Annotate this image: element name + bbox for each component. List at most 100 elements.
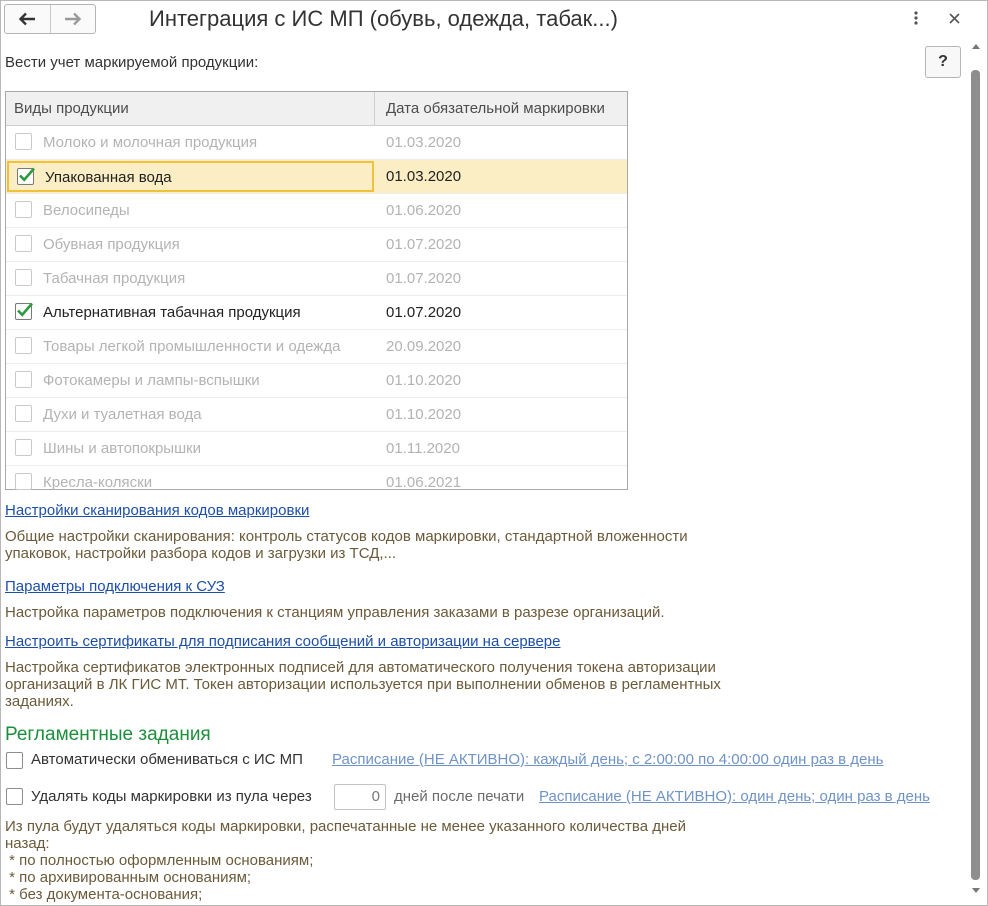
delete-codes-checkbox[interactable]	[6, 788, 23, 805]
checkmark-icon	[19, 167, 35, 182]
product-checkbox[interactable]	[15, 133, 32, 150]
product-type-cell[interactable]: Товары легкой промышленности и одежда	[6, 330, 375, 363]
product-checkbox[interactable]	[15, 235, 32, 252]
note-line: * по полностью оформленным основаниям;	[5, 852, 314, 869]
scheduled-tasks-heading: Регламентные задания	[5, 724, 211, 745]
marking-date: 01.03.2020	[386, 168, 462, 185]
product-type-cell[interactable]: Шины и автопокрышки	[6, 432, 375, 465]
product-checkbox[interactable]	[15, 302, 33, 320]
scroll-up-arrow[interactable]	[972, 44, 980, 49]
marking-date: 01.10.2020	[386, 372, 462, 389]
product-checkbox[interactable]	[15, 201, 32, 218]
navigation-buttons	[4, 4, 96, 34]
table-row[interactable]: Духи и туалетная вода 01.10.2020	[6, 398, 627, 432]
column-header-marking-date[interactable]: Дата обязательной маркировки	[386, 92, 605, 125]
auto-exchange-schedule-link[interactable]: Расписание (НЕ АКТИВНО): каждый день; с …	[332, 751, 883, 768]
product-type-cell[interactable]: Обувная продукция	[6, 228, 375, 261]
table-row[interactable]: Фотокамеры и лампы-вспышки 01.10.2020	[6, 364, 627, 398]
scrollbar-thumb[interactable]	[971, 70, 980, 880]
product-name: Упакованная вода	[45, 169, 172, 186]
close-button[interactable]	[944, 8, 964, 28]
delete-days-suffix: дней после печати	[394, 788, 525, 805]
product-type-cell[interactable]: Фотокамеры и лампы-вспышки	[6, 364, 375, 397]
more-vertical-icon	[914, 11, 918, 25]
product-name: Велосипеды	[43, 202, 130, 219]
certificates-link[interactable]: Настроить сертификаты для подписания соо…	[5, 633, 561, 650]
window-title: Интеграция с ИС МП (обувь, одежда, табак…	[149, 6, 618, 31]
product-name: Товары легкой промышленности и одежда	[43, 338, 341, 355]
product-checkbox[interactable]	[15, 371, 32, 388]
auto-exchange-checkbox[interactable]	[6, 752, 23, 769]
table-row[interactable]: Альтернативная табачная продукция 01.07.2…	[6, 296, 627, 330]
product-name: Духи и туалетная вода	[43, 406, 202, 423]
delete-codes-label[interactable]: Удалять коды маркировки из пула через	[31, 788, 312, 805]
forward-button[interactable]	[49, 5, 96, 33]
table-row[interactable]: Молоко и молочная продукция 01.03.2020	[6, 126, 627, 160]
note-line: * без документа-основания;	[5, 886, 203, 903]
product-checkbox[interactable]	[15, 439, 32, 456]
description-line: Настройка сертификатов электронных подпи…	[5, 659, 716, 676]
product-type-cell[interactable]: Табачная продукция	[6, 262, 375, 295]
marking-date: 01.07.2020	[386, 270, 462, 287]
marking-date: 01.03.2020	[386, 134, 462, 151]
back-button[interactable]	[5, 5, 50, 33]
product-type-cell[interactable]: Духи и туалетная вода	[6, 398, 375, 431]
help-button[interactable]: ?	[925, 46, 961, 78]
arrow-right-icon	[64, 12, 81, 26]
table-body: Молоко и молочная продукция 01.03.2020 Упа…	[6, 126, 627, 499]
product-checkbox[interactable]	[17, 167, 35, 185]
product-checkbox[interactable]	[15, 405, 32, 422]
more-actions-button[interactable]	[906, 8, 926, 28]
marking-date: 01.07.2020	[386, 236, 462, 253]
suz-params-description: Настройка параметров подключения к станц…	[5, 604, 665, 621]
table-row[interactable]: Табачная продукция 01.07.2020	[6, 262, 627, 296]
product-type-cell[interactable]: Кресла-коляски	[6, 466, 375, 499]
description-line: Общие настройки сканирования: контроль с…	[5, 528, 688, 545]
arrow-left-icon	[19, 12, 36, 26]
product-type-cell[interactable]: Велосипеды	[6, 194, 375, 227]
table-row[interactable]: Кресла-коляски 01.06.2021	[6, 466, 627, 499]
checkmark-icon	[17, 302, 33, 317]
product-name: Кресла-коляски	[43, 474, 153, 491]
product-checkbox[interactable]	[15, 269, 32, 286]
column-header-product-type[interactable]: Виды продукции	[14, 92, 129, 125]
column-separator	[374, 92, 375, 125]
marking-date: 01.07.2020	[386, 304, 462, 321]
scan-settings-description: Общие настройки сканирования: контроль с…	[5, 528, 688, 562]
product-name: Табачная продукция	[43, 270, 186, 287]
note-line: * по архивированным основаниям;	[5, 869, 252, 886]
pool-deletion-note: Из пула будут удаляться коды маркировки,…	[5, 818, 686, 903]
marking-date: 01.06.2021	[386, 474, 462, 491]
delete-schedule-link[interactable]: Расписание (НЕ АКТИВНО): один день; один…	[539, 788, 930, 805]
suz-params-link[interactable]: Параметры подключения к СУЗ	[5, 578, 225, 595]
marking-date: 20.09.2020	[386, 338, 462, 355]
product-name: Обувная продукция	[43, 236, 180, 253]
product-types-table: Виды продукции Дата обязательной маркиро…	[5, 91, 628, 491]
product-name: Молоко и молочная продукция	[43, 134, 258, 151]
certificates-description: Настройка сертификатов электронных подпи…	[5, 659, 721, 710]
marking-date: 01.11.2020	[386, 440, 460, 457]
scan-settings-link[interactable]: Настройки сканирования кодов маркировки	[5, 502, 309, 519]
scroll-down-arrow[interactable]	[972, 888, 980, 893]
marking-date: 01.10.2020	[386, 406, 462, 423]
marking-date: 01.06.2020	[386, 202, 462, 219]
product-type-cell[interactable]: Упакованная вода	[7, 161, 374, 192]
delete-days-input[interactable]: 0	[334, 784, 386, 810]
auto-exchange-label[interactable]: Автоматически обмениваться с ИС МП	[31, 751, 303, 768]
table-row[interactable]: Упакованная вода 01.03.2020	[6, 160, 627, 194]
product-checkbox[interactable]	[15, 337, 32, 354]
product-name: Фотокамеры и лампы-вспышки	[43, 372, 260, 389]
product-type-cell[interactable]: Альтернативная табачная продукция	[6, 296, 375, 329]
table-header: Виды продукции Дата обязательной маркиро…	[6, 92, 627, 126]
note-line: назад:	[5, 835, 50, 852]
product-name: Альтернативная табачная продукция	[43, 304, 301, 321]
close-icon	[948, 12, 960, 24]
product-type-cell[interactable]: Молоко и молочная продукция	[6, 126, 375, 159]
table-row[interactable]: Шины и автопокрышки 01.11.2020	[6, 432, 627, 466]
table-row[interactable]: Товары легкой промышленности и одежда 20.…	[6, 330, 627, 364]
table-row[interactable]: Обувная продукция 01.07.2020	[6, 228, 627, 262]
section-label: Вести учет маркируемой продукции:	[5, 54, 259, 71]
product-checkbox[interactable]	[15, 473, 32, 490]
table-row[interactable]: Велосипеды 01.06.2020	[6, 194, 627, 228]
description-line: упаковок, настройки разбора кодов и загр…	[5, 545, 397, 562]
